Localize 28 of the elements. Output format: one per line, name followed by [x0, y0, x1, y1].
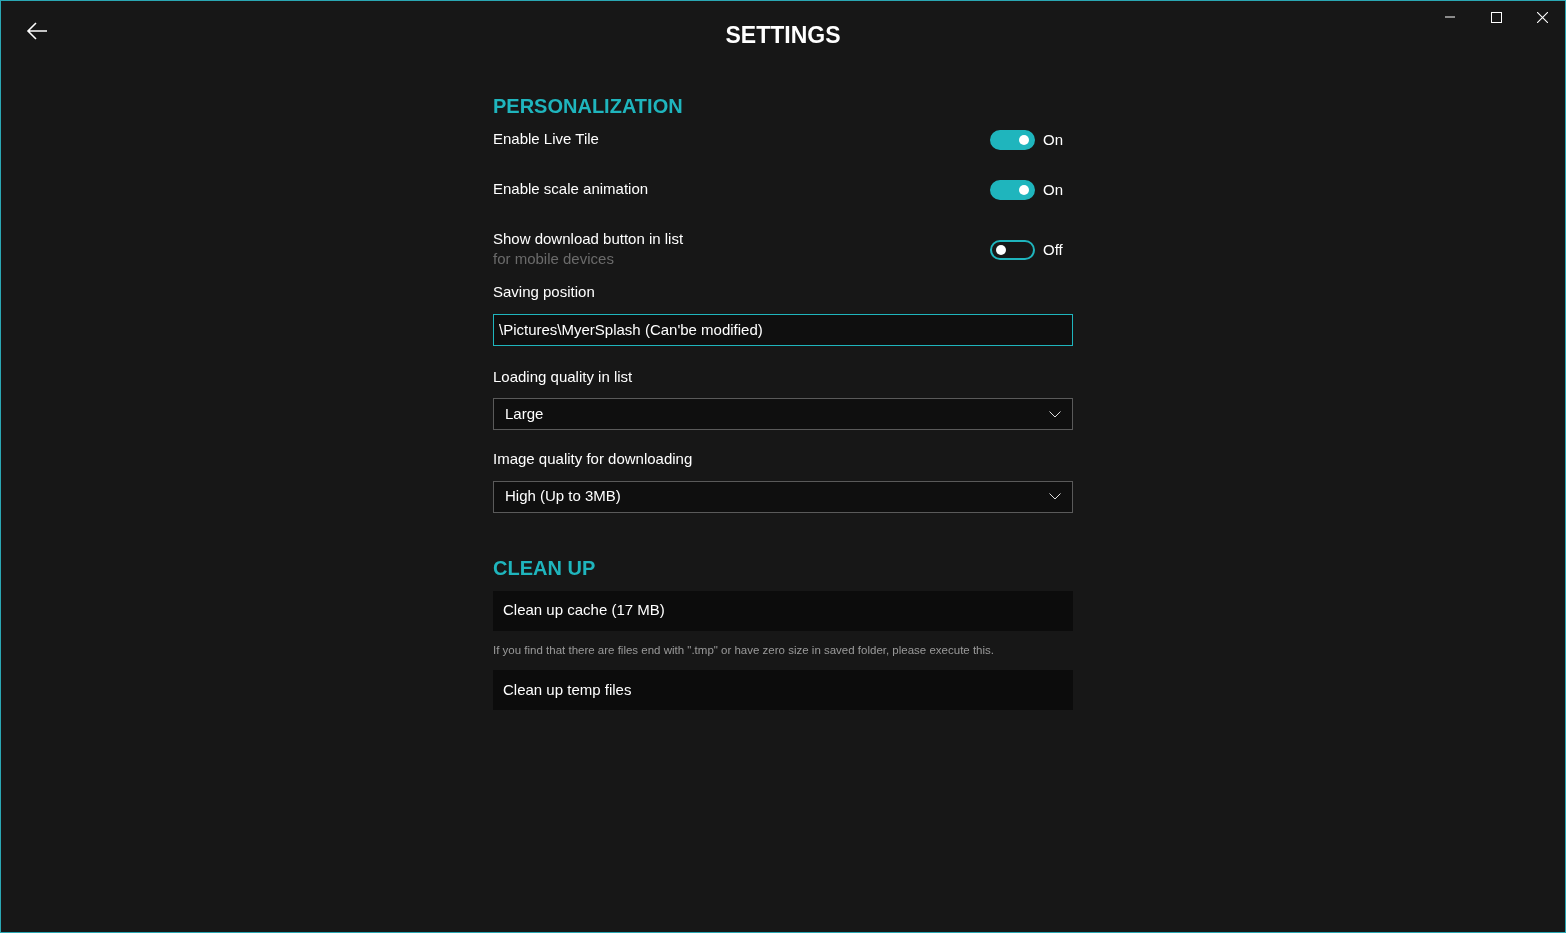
dropdown[interactable]: Large [493, 398, 1073, 430]
dropdown[interactable]: High (Up to 3MB) [493, 480, 1073, 513]
path-input-field[interactable]: \Pictures\MyerSplash (Can'be modified) [493, 313, 1073, 346]
close-icon [1536, 11, 1548, 23]
section-heading: PERSONALIZATION [493, 94, 684, 119]
setting-sublabel: for mobile devices [493, 249, 615, 269]
clean-up-button[interactable]: Clean up temp files [493, 669, 1073, 710]
toggle-state-text: On [1043, 130, 1063, 150]
setting-label: Show download button in list [493, 229, 684, 249]
page-title: SETTINGS [725, 21, 841, 50]
setting-label: Enable Live Tile [493, 129, 599, 149]
setting-label: Enable scale animation [493, 179, 649, 199]
chevron-down-icon [1049, 410, 1061, 418]
maximize-icon [1490, 11, 1502, 23]
field-label: Loading quality in list [493, 366, 634, 387]
toggle-state-text: On [1043, 180, 1063, 200]
field-label: Image quality for downloading [493, 449, 694, 469]
chevron-down-icon [1049, 493, 1061, 500]
toggle-switch[interactable] [990, 240, 1035, 261]
field-label: Saving position [493, 282, 596, 302]
toggle-switch[interactable] [990, 130, 1035, 151]
toggle-state-text: Off [1043, 240, 1063, 260]
section-heading: CLEAN UP [493, 555, 597, 581]
clean-up-button[interactable]: Clean up cache (17 MB) [493, 590, 1073, 631]
hint-text: If you find that there are files end with ".tmp" or have zero size in saved folder, please execute this. [493, 642, 996, 658]
minimize-icon [1445, 16, 1455, 18]
back-arrow-icon [26, 22, 48, 40]
toggle-switch[interactable] [990, 180, 1035, 201]
